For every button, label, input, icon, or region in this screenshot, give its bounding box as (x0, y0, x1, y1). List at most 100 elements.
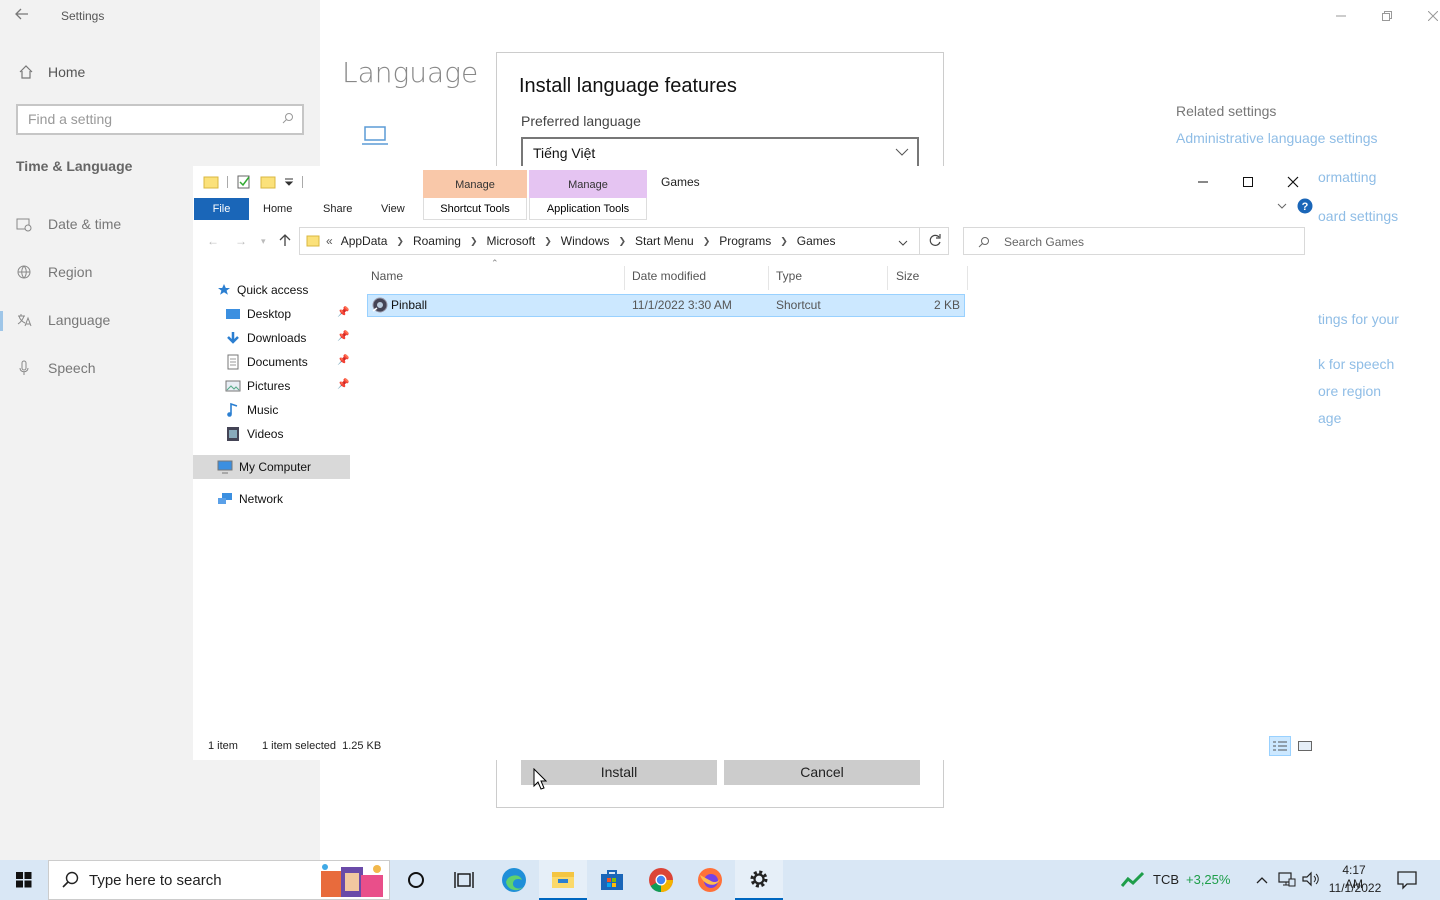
breadcrumb-separator-icon[interactable]: ❯ (780, 236, 788, 247)
dialog-title: Install language features (519, 75, 737, 97)
recent-locations-icon[interactable]: ▾ (261, 236, 266, 247)
breadcrumb-item[interactable]: Start Menu ❯ (635, 234, 719, 248)
details-view-icon[interactable] (1269, 736, 1291, 756)
close-icon[interactable] (1271, 170, 1315, 194)
restore-icon[interactable] (1364, 4, 1410, 28)
tab-share[interactable]: Share (313, 198, 362, 220)
properties-icon[interactable] (236, 174, 252, 190)
nav-label: Desktop (247, 307, 292, 321)
customize-toolbar-icon[interactable] (284, 176, 294, 188)
chrome-taskbar-button[interactable] (637, 860, 685, 900)
globe-icon (17, 265, 31, 279)
cortana-button[interactable] (392, 860, 440, 900)
cancel-button[interactable]: Cancel (724, 759, 920, 785)
pin-icon[interactable]: 📌 (337, 307, 349, 318)
breadcrumb-item[interactable]: Windows ❯ (561, 234, 635, 248)
sidebar-item-date-time[interactable]: Date & time (16, 216, 121, 232)
back-arrow-icon[interactable] (14, 6, 34, 26)
breadcrumb-item[interactable]: AppData ❯ (341, 234, 413, 248)
nav-documents[interactable]: Documents (225, 351, 308, 373)
document-icon (227, 354, 239, 370)
sidebar-item-speech[interactable]: Speech (16, 360, 95, 376)
breadcrumb-separator-icon[interactable]: ❯ (544, 236, 552, 247)
column-name[interactable]: Name (367, 266, 403, 286)
forward-icon[interactable]: → (235, 234, 247, 248)
close-icon[interactable] (1410, 4, 1440, 28)
pin-icon[interactable]: 📌 (337, 355, 349, 366)
column-type[interactable]: Type (772, 266, 802, 286)
clock-date[interactable]: 11/1/2022 (1326, 881, 1384, 895)
nav-downloads[interactable]: Downloads (225, 327, 306, 349)
breadcrumb-item[interactable]: Programs ❯ (719, 234, 797, 248)
notification-center-icon[interactable] (1396, 870, 1418, 895)
column-size[interactable]: Size (892, 266, 919, 286)
nav-videos[interactable]: Videos (225, 423, 283, 445)
store-taskbar-button[interactable] (588, 860, 636, 900)
cortana-circle-icon (408, 872, 424, 888)
preferred-language-select[interactable]: Tiếng Việt (521, 137, 919, 169)
videos-icon (227, 427, 239, 441)
task-view-button[interactable] (440, 860, 488, 900)
search-games-input[interactable]: Search Games (963, 227, 1305, 255)
tab-view[interactable]: View (371, 198, 415, 220)
up-icon[interactable] (279, 233, 291, 252)
admin-language-settings-link[interactable]: Administrative language settings (1176, 130, 1378, 146)
new-folder-icon[interactable] (260, 175, 276, 189)
taskbar-search-box[interactable]: Type here to search (48, 860, 390, 900)
stock-symbol[interactable]: TCB (1153, 872, 1179, 887)
install-button[interactable]: Install (521, 759, 717, 785)
minimize-icon[interactable] (1318, 4, 1364, 28)
address-dropdown-icon[interactable] (898, 236, 908, 250)
nav-quick-access[interactable]: Quick access (217, 279, 308, 301)
sidebar-item-language[interactable]: Language (16, 312, 110, 328)
find-setting-input[interactable]: Find a setting (16, 104, 304, 135)
show-hidden-icons-chevron-icon[interactable] (1256, 872, 1268, 890)
tab-application-tools[interactable]: Application Tools (529, 198, 647, 220)
region-link[interactable]: ore region (1318, 383, 1381, 399)
settings-home-link[interactable]: Home (18, 64, 85, 80)
pin-icon[interactable]: 📌 (337, 331, 349, 342)
back-icon[interactable]: ← (207, 234, 219, 248)
edge-taskbar-button[interactable] (490, 860, 538, 900)
volume-icon[interactable] (1302, 871, 1320, 892)
breadcrumb-item[interactable]: Games (797, 234, 836, 248)
nav-label: Videos (247, 427, 284, 441)
nav-music[interactable]: Music (225, 399, 278, 421)
nav-network[interactable]: Network (217, 488, 283, 510)
sidebar-item-region[interactable]: Region (16, 264, 92, 280)
tab-home[interactable]: Home (253, 198, 302, 220)
pin-icon[interactable]: 📌 (337, 379, 349, 390)
nav-my-computer[interactable]: My Computer (217, 456, 311, 478)
address-bar[interactable]: « AppData ❯ Roaming ❯ Microsoft ❯ Windows ❯ Star… (299, 227, 949, 255)
large-icons-view-icon[interactable] (1297, 736, 1313, 756)
start-button[interactable] (0, 860, 48, 900)
refresh-button[interactable] (919, 227, 949, 255)
breadcrumb-separator-icon[interactable]: ❯ (396, 236, 404, 247)
breadcrumb-overflow[interactable]: « (326, 234, 333, 248)
ribbon-expand-icon[interactable] (1277, 201, 1287, 213)
settings-taskbar-button[interactable] (735, 860, 783, 900)
breadcrumb-item[interactable]: Microsoft ❯ (487, 234, 561, 248)
breadcrumb-separator-icon[interactable]: ❯ (618, 236, 626, 247)
stock-change[interactable]: +3,25% (1186, 872, 1230, 887)
tab-shortcut-tools[interactable]: Shortcut Tools (423, 198, 527, 220)
firefox-taskbar-button[interactable] (686, 860, 734, 900)
breadcrumb-separator-icon[interactable]: ❯ (470, 236, 478, 247)
keyboard-settings-link[interactable]: oard settings (1318, 208, 1398, 224)
nav-desktop[interactable]: Desktop (225, 303, 291, 325)
network-status-icon[interactable] (1278, 871, 1296, 892)
column-date-modified[interactable]: Date modified (628, 266, 706, 286)
breadcrumb-item[interactable]: Roaming ❯ (413, 234, 487, 248)
language-link[interactable]: age (1318, 410, 1341, 426)
settings-for-your-link[interactable]: tings for your (1318, 311, 1399, 327)
breadcrumb-separator-icon[interactable]: ❯ (703, 236, 711, 247)
speech-link[interactable]: k for speech (1318, 356, 1394, 372)
maximize-icon[interactable] (1226, 170, 1270, 194)
tab-file[interactable]: File (194, 198, 249, 220)
help-icon[interactable]: ? (1297, 198, 1313, 217)
nav-pictures[interactable]: Pictures (225, 375, 290, 397)
minimize-icon[interactable] (1181, 170, 1225, 194)
formatting-link[interactable]: ormatting (1318, 169, 1376, 185)
file-explorer-taskbar-button[interactable] (539, 860, 587, 900)
table-row[interactable]: Pinball 11/1/2022 3:30 AM Shortcut 2 KB (367, 294, 965, 317)
